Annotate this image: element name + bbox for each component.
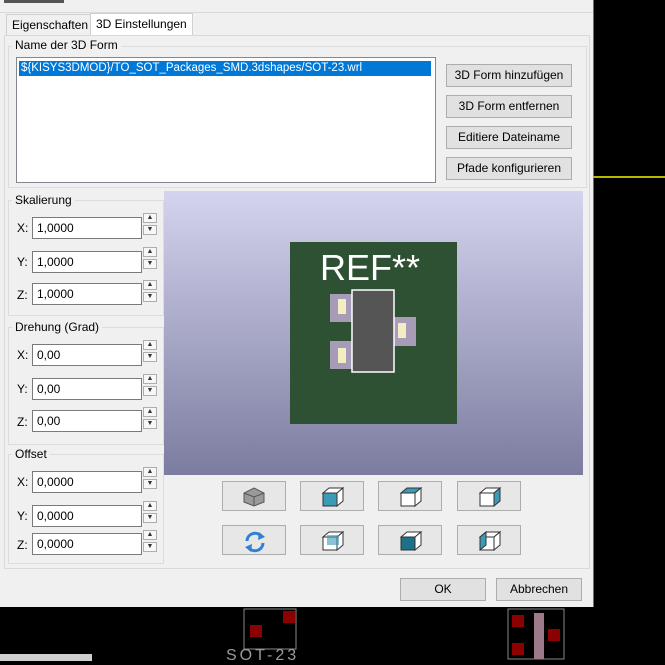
rotation-z-spinner[interactable]: ▲ ▼ <box>143 407 157 429</box>
scale-y-field[interactable]: 1,0000 <box>32 251 142 273</box>
view-front-button[interactable] <box>300 481 364 511</box>
edit-filename-button[interactable]: Editiere Dateiname <box>446 126 572 149</box>
3d-preview-viewport[interactable]: REF** <box>164 191 583 475</box>
scale-z-spinner[interactable]: ▲ ▼ <box>143 280 157 302</box>
rotation-x-field[interactable]: 0,00 <box>32 344 142 366</box>
rotation-x-spinner[interactable]: ▲ ▼ <box>143 340 157 362</box>
tab-3d-settings[interactable]: 3D Einstellungen <box>90 13 193 36</box>
ref-silkscreen: REF** <box>320 247 420 288</box>
reload-icon <box>245 531 265 553</box>
view-left-icon <box>478 531 502 551</box>
pad-2-lead <box>338 348 346 363</box>
offset-x-field[interactable]: 0,0000 <box>32 471 142 493</box>
scale-y-label: Y: <box>17 255 28 269</box>
rotation-x-label: X: <box>17 348 29 362</box>
rotation-z-field[interactable]: 0,00 <box>32 410 142 432</box>
pad-1-lead <box>338 299 346 314</box>
view-front-icon <box>321 487 345 507</box>
offset-z-field[interactable]: 0,0000 <box>32 533 142 555</box>
rotation-y-spinner[interactable]: ▲ ▼ <box>143 374 157 396</box>
offset-x-label: X: <box>17 475 29 489</box>
view-top-button[interactable] <box>378 481 442 511</box>
view-back-button[interactable] <box>300 525 364 555</box>
3d-settings-dialog: Eigenschaften 3D Einstellungen Name der … <box>0 0 594 607</box>
scale-z-label: Z: <box>17 288 28 302</box>
rotation-y-label: Y: <box>17 382 28 396</box>
3d-preview-canvas: REF** <box>290 242 457 424</box>
offset-x-spinner[interactable]: ▲ ▼ <box>143 467 157 489</box>
shape-name-group-title: Name der 3D Form <box>12 38 121 52</box>
view-left-button[interactable] <box>457 525 521 555</box>
rotation-group-title: Drehung (Grad) <box>12 320 103 334</box>
scale-group-title: Skalierung <box>12 193 75 207</box>
pcb-background-canvas <box>0 608 565 661</box>
reload-button[interactable] <box>222 525 286 555</box>
tab-properties[interactable]: Eigenschaften <box>6 14 95 35</box>
scale-x-field[interactable]: 1,0000 <box>32 217 142 239</box>
rotation-z-label: Z: <box>17 415 28 429</box>
scale-z-field[interactable]: 1,0000 <box>32 283 142 305</box>
view-iso-button[interactable] <box>222 481 286 511</box>
rotation-y-field[interactable]: 0,00 <box>32 378 142 400</box>
scale-y-spinner[interactable]: ▲ ▼ <box>143 247 157 269</box>
view-right-button[interactable] <box>457 481 521 511</box>
offset-y-label: Y: <box>17 509 28 523</box>
title-strip <box>0 0 593 13</box>
add-3d-shape-button[interactable]: 3D Form hinzufügen <box>446 64 572 87</box>
view-bottom-button[interactable] <box>378 525 442 555</box>
pcb-editor-background: SOT-23 <box>0 607 665 664</box>
ok-button[interactable]: OK <box>400 578 486 601</box>
view-bottom-icon <box>399 531 423 551</box>
remove-3d-shape-button[interactable]: 3D Form entfernen <box>446 95 572 118</box>
cancel-button[interactable]: Abbrechen <box>496 578 582 601</box>
pad-3-lead <box>398 323 406 338</box>
scale-x-spinner[interactable]: ▲ ▼ <box>143 213 157 235</box>
shape-file-list[interactable]: ${KISYS3DMOD}/TO_SOT_Packages_SMD.3dshap… <box>16 57 436 183</box>
cube-view-icon <box>243 487 265 507</box>
background-trace <box>593 176 665 178</box>
view-right-icon <box>478 487 502 507</box>
offset-z-label: Z: <box>17 538 28 552</box>
footprint-label: SOT-23 <box>226 647 300 664</box>
view-back-icon <box>321 531 345 551</box>
offset-z-spinner[interactable]: ▲ ▼ <box>143 530 157 552</box>
offset-y-field[interactable]: 0,0000 <box>32 505 142 527</box>
offset-group-title: Offset <box>12 447 50 461</box>
configure-paths-button[interactable]: Pfade konfigurieren <box>446 157 572 180</box>
scale-x-label: X: <box>17 221 29 235</box>
view-top-icon <box>399 487 423 507</box>
component-body <box>351 289 395 373</box>
list-item[interactable]: ${KISYS3DMOD}/TO_SOT_Packages_SMD.3dshap… <box>19 61 431 76</box>
offset-y-spinner[interactable]: ▲ ▼ <box>143 501 157 523</box>
